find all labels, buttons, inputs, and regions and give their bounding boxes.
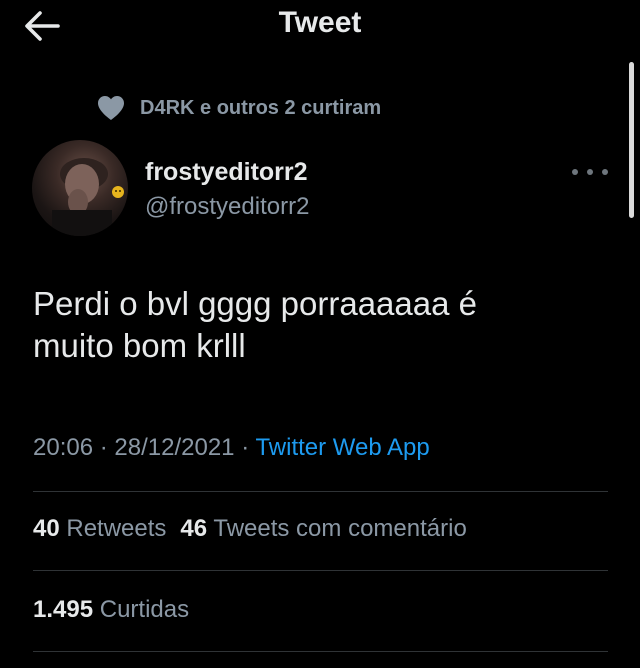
meta-separator: · [99,434,108,461]
author-name[interactable]: frostyeditorr2 [145,158,308,187]
social-context[interactable]: D4RK e outros 2 curtiram [96,93,381,123]
quote-tweets-stat[interactable]: 46 Tweets com comentário [180,515,466,542]
engagement-stats: 40 Retweets 46 Tweets com comentário [33,515,467,543]
retweets-stat[interactable]: 40 Retweets [33,515,166,542]
likes-label: Curtidas [99,596,190,623]
page-title: Tweet [278,6,362,39]
divider [33,491,608,492]
tweet-time[interactable]: 20:06 [33,434,93,461]
social-context-text: D4RK e outros 2 curtiram [140,96,382,119]
more-horizontal-icon-dot [572,169,578,175]
meta-separator: · [241,434,250,461]
more-options-button[interactable] [572,160,608,184]
quote-tweets-label: Tweets com comentário [213,515,467,542]
divider [33,570,608,571]
tweet-text: Perdi o bvl gggg porraaaaaa é muito bom … [33,285,477,364]
likes-count: 1.495 [33,596,94,623]
retweets-label: Retweets [66,515,167,542]
tweet-source-link[interactable]: Twitter Web App [255,434,429,461]
retweets-count: 40 [33,515,60,542]
tweet-date[interactable]: 28/12/2021 [114,434,234,461]
divider [33,651,608,652]
author-handle[interactable]: @frostyeditorr2 [145,193,309,221]
avatar[interactable] [32,140,128,236]
heart-icon [98,96,124,120]
likes-stat[interactable]: 1.495 Curtidas [33,596,189,624]
scrollbar[interactable] [629,62,634,218]
more-horizontal-icon-dot [587,169,593,175]
quote-tweets-count: 46 [180,515,208,542]
tweet-meta: 20:06 · 28/12/2021 · Twitter Web App [33,434,430,462]
more-horizontal-icon-dot [602,169,608,175]
top-bar: Tweet [0,0,640,52]
avatar-photo [52,158,124,236]
